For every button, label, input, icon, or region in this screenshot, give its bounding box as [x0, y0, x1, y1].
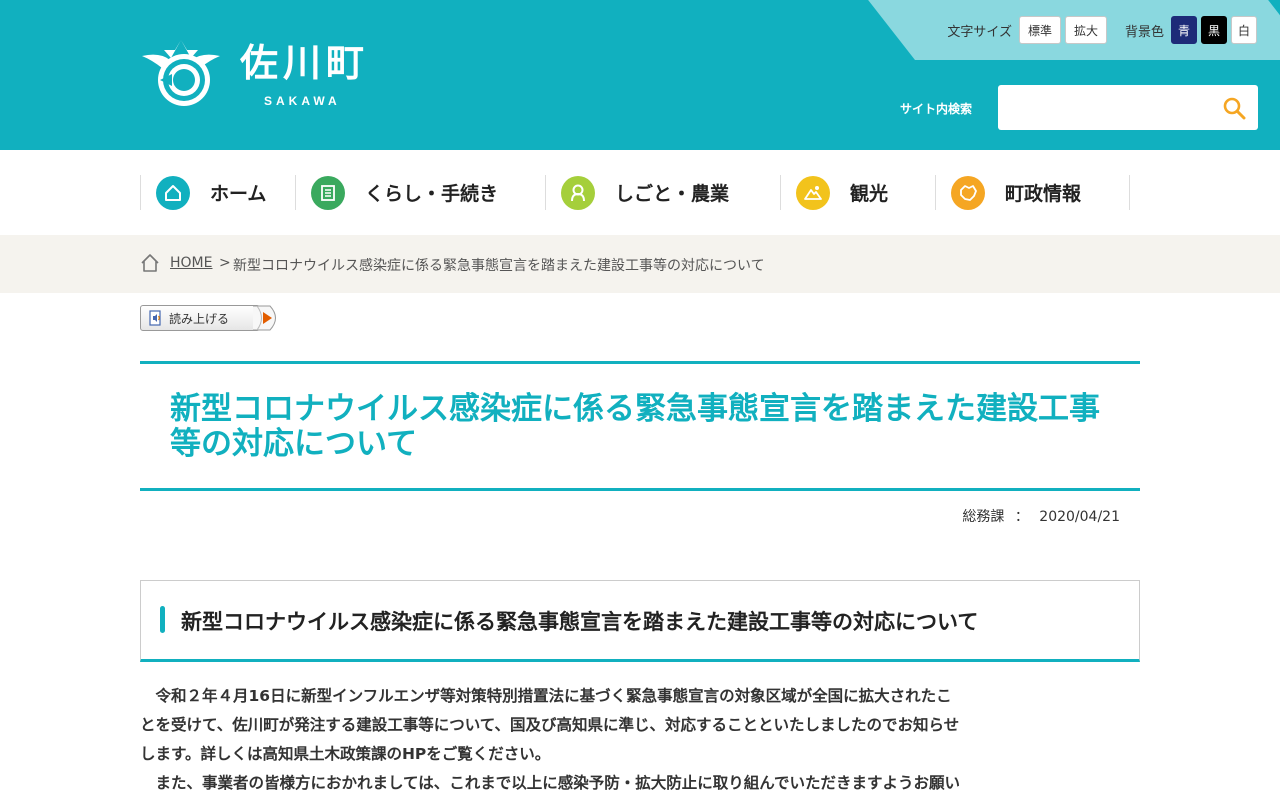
- map-icon: [951, 175, 985, 210]
- article-body: 令和２年４月16日に新型インフルエンザ等対策特別措置法に基づく緊急事態宣言の対象…: [140, 682, 965, 800]
- bg-black-button[interactable]: 黒: [1201, 16, 1227, 44]
- nav-item-life[interactable]: くらし・手続き: [311, 175, 498, 210]
- home-icon: [141, 254, 159, 272]
- search-icon[interactable]: [1222, 96, 1246, 120]
- play-icon[interactable]: [252, 305, 282, 331]
- text-size-standard-button[interactable]: 標準: [1018, 16, 1061, 44]
- site-header: 佐川町 SAKAWA 文字サイズ 標準 拡大 背景色 青 黒 白 サイト内検索: [0, 0, 1280, 150]
- document-icon: [311, 175, 345, 210]
- read-aloud-button[interactable]: 読み上げる: [140, 305, 282, 331]
- person-icon: [561, 175, 595, 210]
- nav-item-work[interactable]: しごと・農業: [561, 175, 729, 210]
- nav-item-tourism[interactable]: 観光: [796, 175, 888, 210]
- global-nav: ホーム くらし・手続き しごと・農業 観光 町政情報: [140, 175, 1130, 210]
- town-emblem-icon[interactable]: [140, 38, 222, 110]
- paragraph: また、事業者の皆様方におかれましては、これまで以上に感染予防・拡大防止に取り組ん…: [155, 774, 960, 792]
- section-heading-accent: [160, 606, 165, 633]
- home-icon: [156, 175, 190, 210]
- text-size-large-button[interactable]: 拡大: [1064, 16, 1107, 44]
- nav-label-govt: 町政情報: [1005, 183, 1082, 205]
- page-meta: 総務課 ： 2020/04/21: [962, 506, 1120, 526]
- nav-divider: [1129, 175, 1130, 210]
- nav-label-life: くらし・手続き: [365, 183, 499, 205]
- nav-divider: [295, 175, 296, 210]
- bg-blue-button[interactable]: 青: [1171, 16, 1197, 44]
- paragraph: 令和２年４月16日に新型インフルエンザ等対策特別措置法に基づく緊急事態宣言の対象…: [140, 687, 960, 763]
- bg-white-button[interactable]: 白: [1231, 16, 1257, 44]
- department: 総務課: [962, 509, 1005, 525]
- nav-item-home[interactable]: ホーム: [156, 175, 266, 210]
- speaker-document-icon: [149, 310, 161, 326]
- search-label: サイト内検索: [900, 102, 973, 116]
- nav-label-work: しごと・農業: [615, 183, 730, 205]
- mountain-icon: [796, 175, 830, 210]
- bg-color-label: 背景色: [1124, 24, 1164, 40]
- accessibility-tools: 文字サイズ 標準 拡大 背景色 青 黒 白: [947, 16, 1257, 44]
- nav-divider: [545, 175, 546, 210]
- section-heading: 新型コロナウイルス感染症に係る緊急事態宣言を踏まえた建設工事等の対応について: [181, 610, 979, 634]
- breadcrumb: HOME > 新型コロナウイルス感染症に係る緊急事態宣言を踏まえた建設工事等の対…: [0, 235, 1280, 293]
- nav-label-tourism: 観光: [850, 183, 889, 205]
- breadcrumb-separator: >: [219, 255, 231, 271]
- text-size-label: 文字サイズ: [947, 24, 1012, 40]
- title-rule-top: [140, 361, 1140, 364]
- search-input[interactable]: [1010, 92, 1210, 122]
- site-name[interactable]: 佐川町: [240, 44, 369, 82]
- nav-label-home: ホーム: [210, 183, 267, 205]
- page-title: 新型コロナウイルス感染症に係る緊急事態宣言を踏まえた建設工事等の対応について: [170, 391, 1100, 462]
- nav-item-govt[interactable]: 町政情報: [951, 175, 1081, 210]
- site-name-romaji: SAKAWA: [264, 94, 341, 108]
- breadcrumb-current: 新型コロナウイルス感染症に係る緊急事態宣言を踏まえた建設工事等の対応について: [233, 258, 765, 274]
- title-rule-bottom: [140, 488, 1140, 491]
- breadcrumb-home-link[interactable]: HOME: [170, 255, 212, 271]
- read-aloud-label: 読み上げる: [169, 312, 230, 326]
- nav-divider: [780, 175, 781, 210]
- meta-separator: ：: [1014, 509, 1029, 525]
- nav-divider: [935, 175, 936, 210]
- publish-date: 2020/04/21: [1039, 509, 1120, 525]
- nav-divider: [140, 175, 141, 210]
